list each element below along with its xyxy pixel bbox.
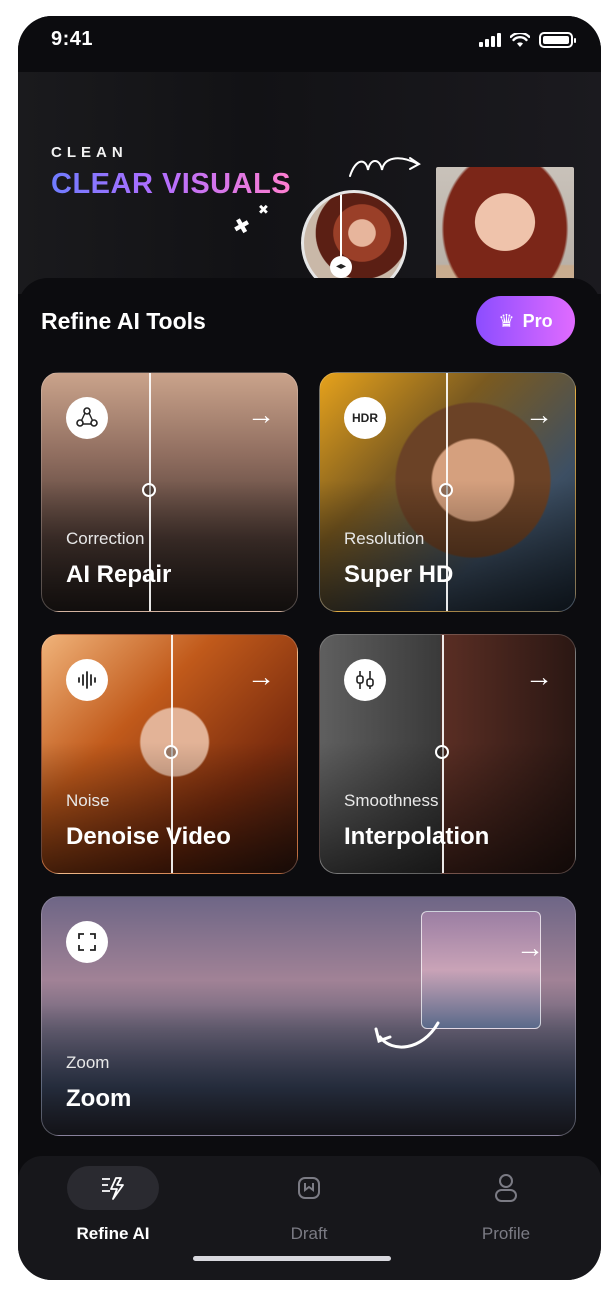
sparkle-icon: ✖ (230, 214, 253, 240)
pro-button[interactable]: ♛ Pro (476, 296, 575, 346)
tool-category: Correction (66, 529, 145, 548)
tool-card-super-hd[interactable]: HDR → Resolution Super HD (319, 372, 576, 612)
arrow-right-icon: → (247, 399, 275, 430)
promo-banner[interactable]: CLEAN CLEAR VISUALS ✖ ✖ ◂▸ (18, 72, 601, 329)
profile-icon (460, 1166, 552, 1210)
battery-icon (539, 32, 576, 48)
banner-eyebrow: CLEAN (51, 144, 128, 161)
repair-icon (66, 397, 108, 439)
tool-card-denoise-video[interactable]: → Noise Denoise Video (41, 634, 298, 874)
arrow-right-icon: → (247, 661, 275, 692)
tool-name: Denoise Video (66, 823, 231, 850)
tab-label: Draft (290, 1224, 328, 1243)
tool-card-ai-repair[interactable]: → Correction AI Repair (41, 372, 298, 612)
waveform-icon (66, 659, 108, 701)
hdr-icon: HDR (344, 397, 386, 439)
sparkle-icon (67, 1166, 159, 1210)
compare-handle-icon: ◂▸ (330, 256, 352, 278)
tool-name: Interpolation (344, 823, 490, 850)
tab-refine-ai[interactable]: Refine AI (43, 1166, 183, 1244)
arrow-right-icon: → (525, 399, 553, 430)
arrow-right-icon: → (525, 661, 553, 692)
expand-icon (66, 921, 108, 963)
tool-name: Zoom (66, 1085, 132, 1112)
wifi-icon (510, 32, 530, 47)
arrow-right-icon: → (516, 932, 544, 963)
banner-title: CLEAR VISUALS (51, 168, 292, 200)
crown-icon: ♛ (498, 310, 515, 331)
status-bar: 9:41 (18, 16, 601, 72)
zoom-preview-image: → (421, 911, 544, 1029)
tab-profile[interactable]: Profile (436, 1166, 576, 1244)
tool-card-zoom[interactable]: → Zoom Zoom (41, 896, 576, 1136)
tool-name: Super HD (344, 561, 454, 588)
bottom-tab-bar: Refine AI Draft Profile (18, 1156, 601, 1280)
tool-category: Noise (66, 791, 110, 810)
sparkle-small-icon: ✖ (258, 202, 269, 217)
section-title: Refine AI Tools (41, 308, 206, 334)
phone-screen: 9:41 CLEAN CLEAR VISUALS ✖ ✖ ◂▸ Refine A… (18, 16, 601, 1280)
tab-draft[interactable]: Draft (239, 1166, 379, 1244)
curly-arrow-icon (349, 157, 421, 177)
home-indicator (193, 1256, 391, 1261)
tab-label: Profile (481, 1224, 531, 1243)
tool-category: Zoom (66, 1053, 110, 1072)
signal-icon (479, 33, 501, 47)
tool-category: Resolution (344, 529, 425, 548)
tool-name: AI Repair (66, 561, 172, 588)
tool-category: Smoothness (344, 791, 439, 810)
pro-button-label: Pro (522, 310, 553, 331)
draft-icon (263, 1166, 355, 1210)
tab-label: Refine AI (76, 1224, 150, 1243)
tool-card-interpolation[interactable]: → Smoothness Interpolation (319, 634, 576, 874)
sliders-icon (344, 659, 386, 701)
status-icons (479, 32, 576, 48)
curved-arrow-icon (374, 1021, 440, 1049)
status-time: 9:41 (51, 28, 94, 50)
